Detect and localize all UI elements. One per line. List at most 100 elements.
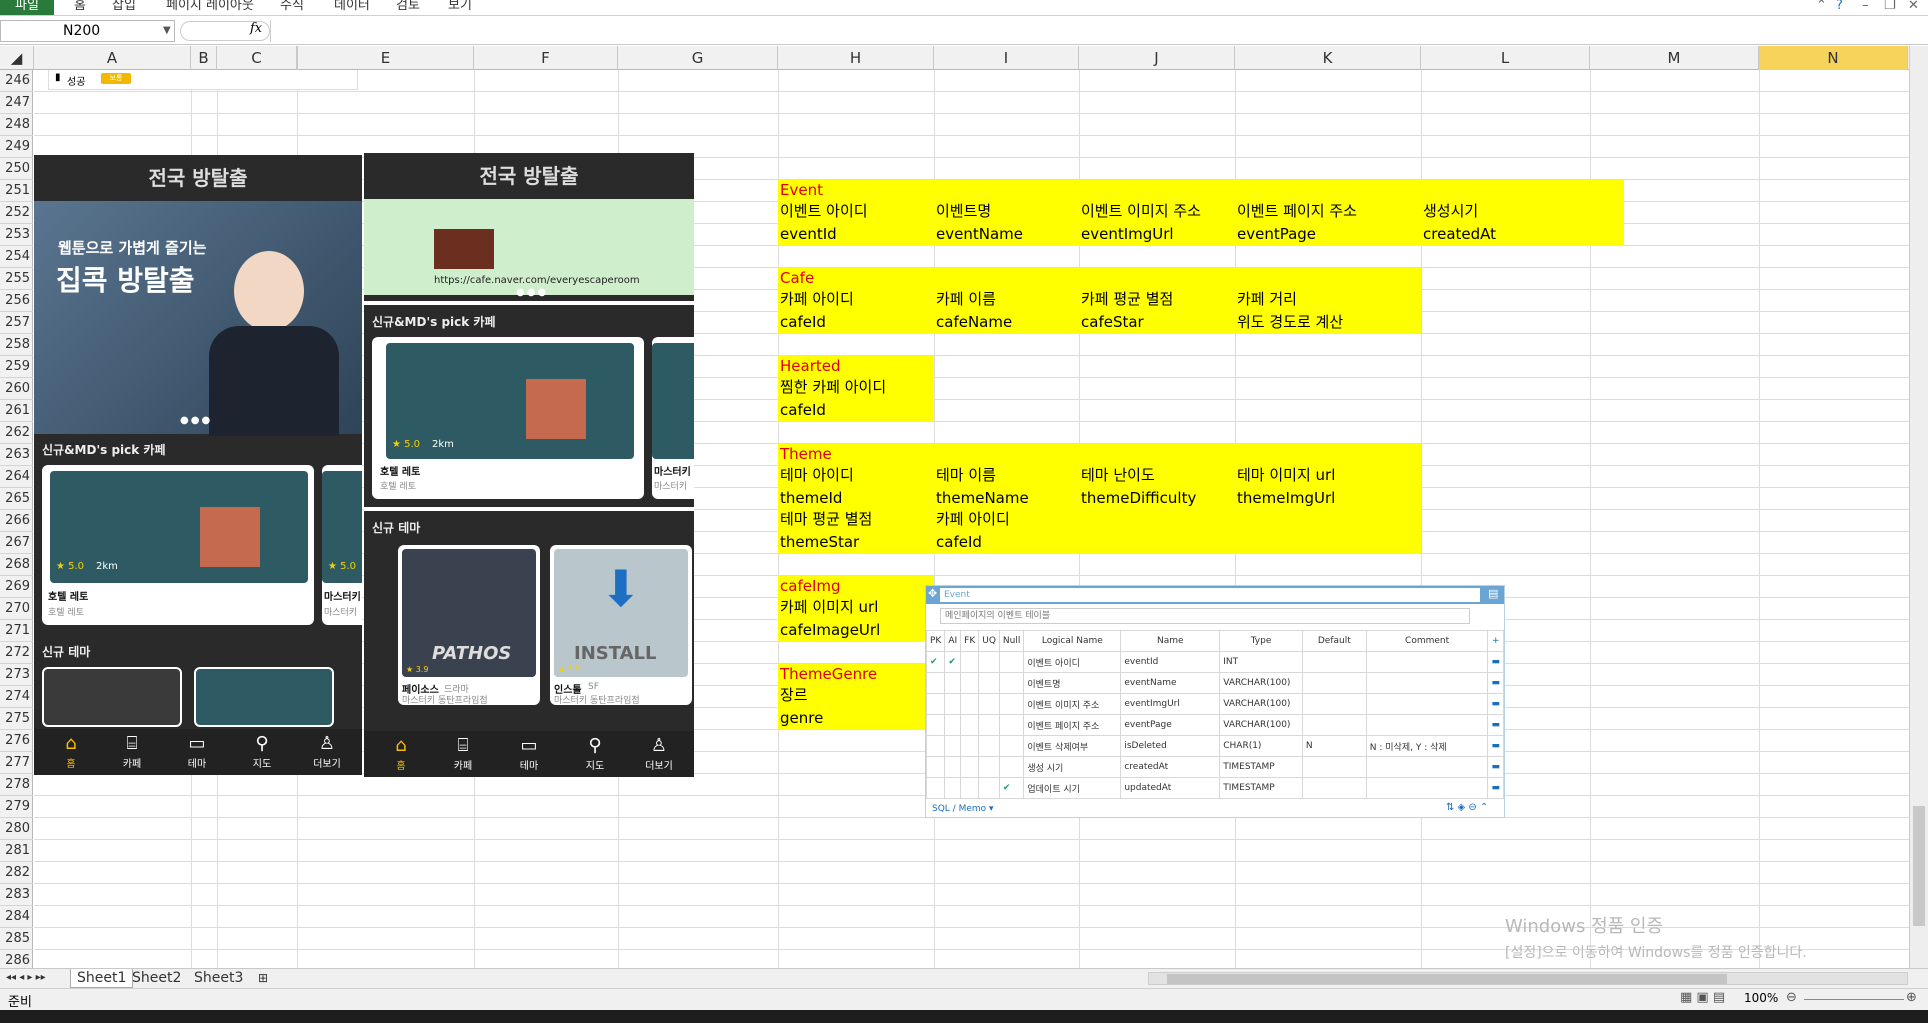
null-cell[interactable] (998, 651, 1025, 673)
pk-cell[interactable] (925, 672, 946, 694)
uq-cell[interactable] (978, 714, 1000, 736)
cafe-card[interactable]: ★ 5.0 2km 호텔 레토 호텔 레토 (42, 465, 314, 625)
col-a[interactable]: A (34, 46, 191, 70)
null-cell[interactable] (998, 714, 1025, 736)
col-j[interactable]: J (1079, 46, 1235, 70)
zoom-in-icon[interactable]: ⊕ (1906, 990, 1917, 1005)
row-header-cell[interactable]: 273 (0, 664, 33, 686)
horizontal-scrollbar[interactable] (1148, 972, 1908, 985)
row-header-cell[interactable]: 263 (0, 444, 33, 466)
window-close-icon[interactable]: ✕ (1908, 0, 1919, 12)
sql-memo-dropdown[interactable]: SQL / Memo ▾ (932, 804, 994, 814)
row-header-cell[interactable]: 281 (0, 840, 33, 862)
ai-cell[interactable] (944, 756, 962, 778)
uq-cell[interactable] (978, 777, 1000, 799)
null-cell[interactable] (998, 735, 1025, 757)
window-restore-icon[interactable]: ❐ (1884, 0, 1896, 12)
row-header-cell[interactable]: 259 (0, 356, 33, 378)
remove-column-icon[interactable]: ▬ (1487, 714, 1504, 736)
row-header-cell[interactable]: 267 (0, 532, 33, 554)
row-header-cell[interactable]: 256 (0, 290, 33, 312)
row-header-cell[interactable]: 265 (0, 488, 33, 510)
fk-cell[interactable] (960, 714, 980, 736)
tab-review[interactable]: 검토 (396, 0, 420, 12)
fk-cell[interactable] (960, 735, 980, 757)
row-header-cell[interactable]: 258 (0, 334, 33, 356)
erd-row[interactable]: 이벤트명 eventName VARCHAR(100) ▬ (925, 672, 1504, 694)
row-header-cell[interactable]: 262 (0, 422, 33, 444)
row-header-cell[interactable]: 260 (0, 378, 33, 400)
tab-formulas[interactable]: 수식 (280, 0, 304, 12)
erd-row[interactable]: 이벤트 삭제여부 isDeleted CHAR(1) N N : 미삭제, Y … (925, 735, 1504, 757)
name-box[interactable]: N200 (0, 20, 175, 42)
nav-map[interactable]: ⚲ 지도 (237, 733, 287, 770)
row-header-cell[interactable]: 284 (0, 906, 33, 928)
sheet-tab[interactable]: Sheet2 (132, 969, 181, 987)
horizontal-scroll-thumb[interactable] (1167, 974, 1727, 984)
name-cell[interactable]: createdAt (1120, 756, 1221, 778)
insert-function-button[interactable]: fx (250, 21, 262, 36)
fk-cell[interactable] (960, 651, 980, 673)
nav-cafe[interactable]: ⌸ 카페 (438, 735, 488, 772)
logical-name-cell[interactable]: 이벤트 삭제여부 (1023, 735, 1122, 757)
col-h[interactable]: H (778, 46, 934, 70)
remove-column-icon[interactable]: ▬ (1487, 693, 1504, 715)
row-header-cell[interactable]: 252 (0, 202, 33, 224)
default-cell[interactable] (1301, 651, 1367, 673)
name-box-dropdown-icon[interactable]: ▼ (163, 25, 171, 36)
row-header-cell[interactable]: 269 (0, 576, 33, 598)
comment-cell[interactable] (1365, 693, 1489, 715)
logical-name-cell[interactable]: 이벤트 아이디 (1023, 651, 1122, 673)
row-header-cell[interactable]: 250 (0, 158, 33, 180)
null-cell[interactable] (998, 693, 1025, 715)
remove-column-icon[interactable]: ▬ (1487, 651, 1504, 673)
move-icon[interactable]: ✥ (928, 587, 937, 600)
name-cell[interactable]: eventId (1120, 651, 1221, 673)
tab-file[interactable]: 파일 (0, 0, 54, 15)
erd-row[interactable]: 생성 시기 createdAt TIMESTAMP ▬ (925, 756, 1504, 778)
sheet-tab[interactable]: Sheet1 (70, 969, 134, 988)
cafe-card[interactable]: 마스터키 마스터키 (652, 337, 694, 499)
uq-cell[interactable] (978, 672, 1000, 694)
banner-url[interactable]: https://cafe.naver.com/everyescaperoom (434, 275, 640, 286)
type-cell[interactable]: INT (1219, 651, 1303, 673)
vertical-scrollbar[interactable] (1909, 46, 1928, 968)
col-g[interactable]: G (618, 46, 778, 70)
nav-home[interactable]: ⌂ 홈 (46, 733, 96, 770)
col-k[interactable]: K (1235, 46, 1421, 70)
default-cell[interactable] (1301, 672, 1367, 694)
row-header-cell[interactable]: 270 (0, 598, 33, 620)
row-header-cell[interactable]: 249 (0, 136, 33, 158)
name-cell[interactable]: updatedAt (1120, 777, 1221, 799)
zoom-slider[interactable] (1804, 999, 1904, 1000)
pk-cell[interactable] (925, 714, 946, 736)
comment-cell[interactable]: N : 미삭제, Y : 삭제 (1365, 735, 1489, 757)
row-header-cell[interactable]: 277 (0, 752, 33, 774)
col-i[interactable]: I (934, 46, 1079, 70)
row-header-cell[interactable]: 274 (0, 686, 33, 708)
logical-name-cell[interactable]: 업데이트 시기 (1023, 777, 1122, 799)
name-cell[interactable]: eventName (1120, 672, 1221, 694)
fk-cell[interactable] (960, 672, 980, 694)
zoom-level[interactable]: 100% (1744, 991, 1778, 1005)
nav-more[interactable]: ♙ 더보기 (634, 735, 684, 772)
ai-cell[interactable] (944, 672, 962, 694)
pk-cell[interactable] (925, 756, 946, 778)
remove-column-icon[interactable]: ▬ (1487, 777, 1504, 799)
col-c[interactable]: C (217, 46, 297, 70)
default-cell[interactable] (1301, 693, 1367, 715)
fk-cell[interactable] (960, 756, 980, 778)
theme-card[interactable] (194, 667, 334, 727)
fk-cell[interactable] (960, 777, 980, 799)
theme-card[interactable]: ⬇ INSTALL ★ 3.9 인스톨 SF 마스터키 동탄프라임점 (550, 545, 692, 705)
name-cell[interactable]: isDeleted (1120, 735, 1221, 757)
ai-check-icon[interactable]: ✔ (944, 651, 962, 673)
ai-cell[interactable] (944, 777, 962, 799)
col-n[interactable]: N (1759, 46, 1908, 70)
row-header-cell[interactable]: 272 (0, 642, 33, 664)
row-header-cell[interactable]: 251 (0, 180, 33, 202)
col-l[interactable]: L (1421, 46, 1590, 70)
comment-cell[interactable] (1365, 651, 1489, 673)
comment-cell[interactable] (1365, 756, 1489, 778)
row-header-cell[interactable]: 247 (0, 92, 33, 114)
